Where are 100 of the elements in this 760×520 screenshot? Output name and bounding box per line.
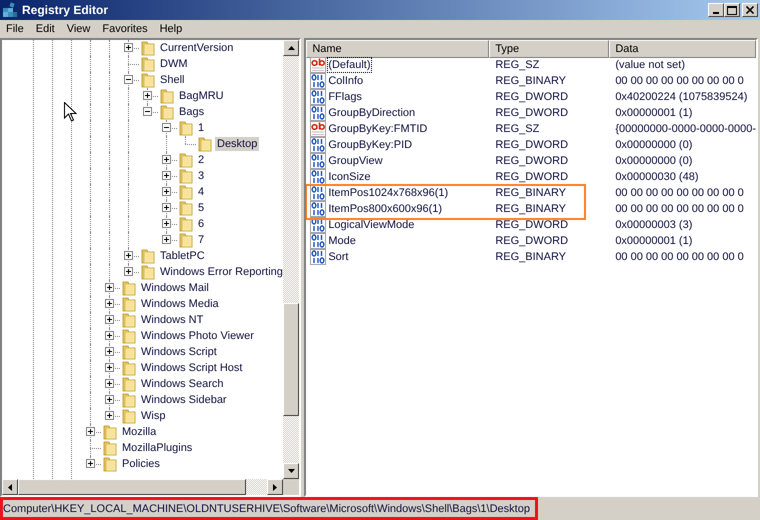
tree-item[interactable]: BagMRU (177, 89, 226, 103)
plus-icon (106, 412, 113, 419)
menu-item[interactable]: Favorites (96, 23, 154, 35)
expand-toggle[interactable] (162, 171, 171, 180)
value-name[interactable]: Mode (328, 234, 356, 248)
menu-item[interactable]: Edit (30, 23, 61, 35)
value-name[interactable]: ItemPos1024x768x96(1) (328, 186, 448, 200)
plus-icon (87, 460, 94, 467)
tree-item[interactable]: Wisp (139, 409, 168, 423)
expand-toggle[interactable] (162, 187, 171, 196)
value-name[interactable]: GroupView (328, 154, 383, 168)
tree-item[interactable]: TabletPC (158, 249, 207, 263)
tree-item[interactable]: Windows Script Host (139, 361, 244, 375)
value-type: REG_BINARY (494, 250, 568, 264)
expand-toggle[interactable] (105, 395, 114, 404)
folder-icon (122, 280, 136, 296)
tree-item[interactable]: Windows Media (139, 297, 221, 311)
tree-item[interactable]: Policies (120, 457, 162, 471)
expand-toggle[interactable] (105, 363, 114, 372)
expand-toggle[interactable] (162, 235, 171, 244)
value-name[interactable]: ColInfo (328, 74, 364, 88)
expand-toggle[interactable] (162, 155, 171, 164)
tree-item[interactable]: CurrentVersion (158, 41, 236, 55)
expand-toggle[interactable] (105, 283, 114, 292)
folder-icon (103, 440, 117, 456)
folder-icon (179, 120, 193, 136)
collapse-toggle[interactable] (143, 107, 152, 116)
tree-item[interactable]: 6 (196, 217, 206, 231)
value-name[interactable]: ItemPos800x600x96(1) (328, 202, 442, 216)
scroll-up-button[interactable] (283, 40, 300, 56)
expand-toggle[interactable] (124, 251, 133, 260)
value-name[interactable]: FFlags (328, 90, 362, 104)
expand-toggle[interactable] (86, 459, 95, 468)
value-name[interactable]: LogicalViewMode (328, 218, 414, 232)
tree-item[interactable]: Shell (158, 73, 186, 87)
tree-item[interactable]: Windows Mail (139, 281, 211, 295)
tree-item[interactable]: 5 (196, 201, 206, 215)
column-header[interactable]: Type (489, 40, 610, 58)
value-type: REG_DWORD (494, 106, 570, 120)
expand-toggle[interactable] (124, 267, 133, 276)
tree-item[interactable]: Windows Sidebar (139, 393, 229, 407)
column-header[interactable]: Data (609, 40, 756, 58)
tree-item[interactable]: 7 (196, 233, 206, 247)
tree-item[interactable]: Bags (177, 105, 206, 119)
string-value-icon (310, 57, 326, 73)
binary-value-icon (310, 201, 326, 217)
folder-icon (179, 152, 193, 168)
expand-toggle[interactable] (105, 379, 114, 388)
value-name[interactable]: IconSize (328, 170, 371, 184)
expand-toggle[interactable] (143, 91, 152, 100)
menu-item[interactable]: File (0, 23, 30, 35)
menu-item[interactable]: Help (154, 23, 188, 35)
tree-item[interactable]: 4 (196, 185, 206, 199)
value-name[interactable]: (Default) (328, 58, 370, 72)
close-button[interactable] (742, 3, 758, 17)
minimize-button[interactable] (708, 3, 724, 17)
value-name[interactable]: GroupByKey:FMTID (328, 122, 428, 136)
column-header[interactable]: Name (306, 40, 490, 58)
tree-item[interactable]: MozillaPlugins (120, 441, 194, 455)
tree-item[interactable]: Desktop (215, 137, 260, 151)
expand-toggle[interactable] (162, 203, 171, 212)
folder-icon (179, 184, 193, 200)
scrollbar-thumb[interactable] (283, 303, 300, 416)
folder-icon (179, 168, 193, 184)
collapse-toggle[interactable] (162, 123, 171, 132)
folder-icon (160, 104, 174, 120)
expand-toggle[interactable] (124, 43, 133, 52)
tree-item[interactable]: Mozilla (120, 425, 158, 439)
expand-toggle[interactable] (105, 347, 114, 356)
scroll-right-button[interactable] (267, 479, 284, 495)
value-data: 0x40200224 (1075839524) (614, 90, 748, 104)
expand-toggle[interactable] (162, 219, 171, 228)
value-name[interactable]: Sort (328, 250, 348, 264)
expand-toggle[interactable] (105, 315, 114, 324)
tree-item[interactable]: Windows Photo Viewer (139, 329, 256, 343)
scrollbar-corner (283, 479, 300, 495)
collapse-toggle[interactable] (124, 75, 133, 84)
expand-toggle[interactable] (105, 299, 114, 308)
plus-icon (125, 44, 132, 51)
value-name[interactable]: GroupByKey:PID (328, 138, 412, 152)
tree-item[interactable]: 3 (196, 169, 206, 183)
tree-item[interactable]: Windows Search (139, 377, 226, 391)
scrollbar-thumb[interactable] (18, 479, 246, 495)
expand-toggle[interactable] (105, 411, 114, 420)
minus-icon (125, 76, 132, 83)
tree-item[interactable]: DWM (158, 57, 190, 71)
tree-item[interactable]: Windows Script (139, 345, 219, 359)
tree-item[interactable]: 1 (196, 121, 206, 135)
menu-item[interactable]: View (60, 23, 96, 35)
tree-item[interactable]: 2 (196, 153, 206, 167)
scroll-down-button[interactable] (283, 463, 300, 479)
maximize-button[interactable] (724, 3, 740, 17)
tree-item[interactable]: Windows Error Reporting (158, 265, 284, 279)
value-data: 0x00000030 (48) (614, 170, 700, 184)
expand-toggle[interactable] (86, 427, 95, 436)
status-path: Computer\HKEY_LOCAL_MACHINE\OLDNTUSERHIVE\Software\Microsoft\Windows\Shell\Bags\1\Desktop (0, 497, 538, 520)
scroll-left-button[interactable] (2, 479, 18, 495)
value-name[interactable]: GroupByDirection (328, 106, 416, 120)
tree-item[interactable]: Windows NT (139, 313, 206, 327)
expand-toggle[interactable] (105, 331, 114, 340)
